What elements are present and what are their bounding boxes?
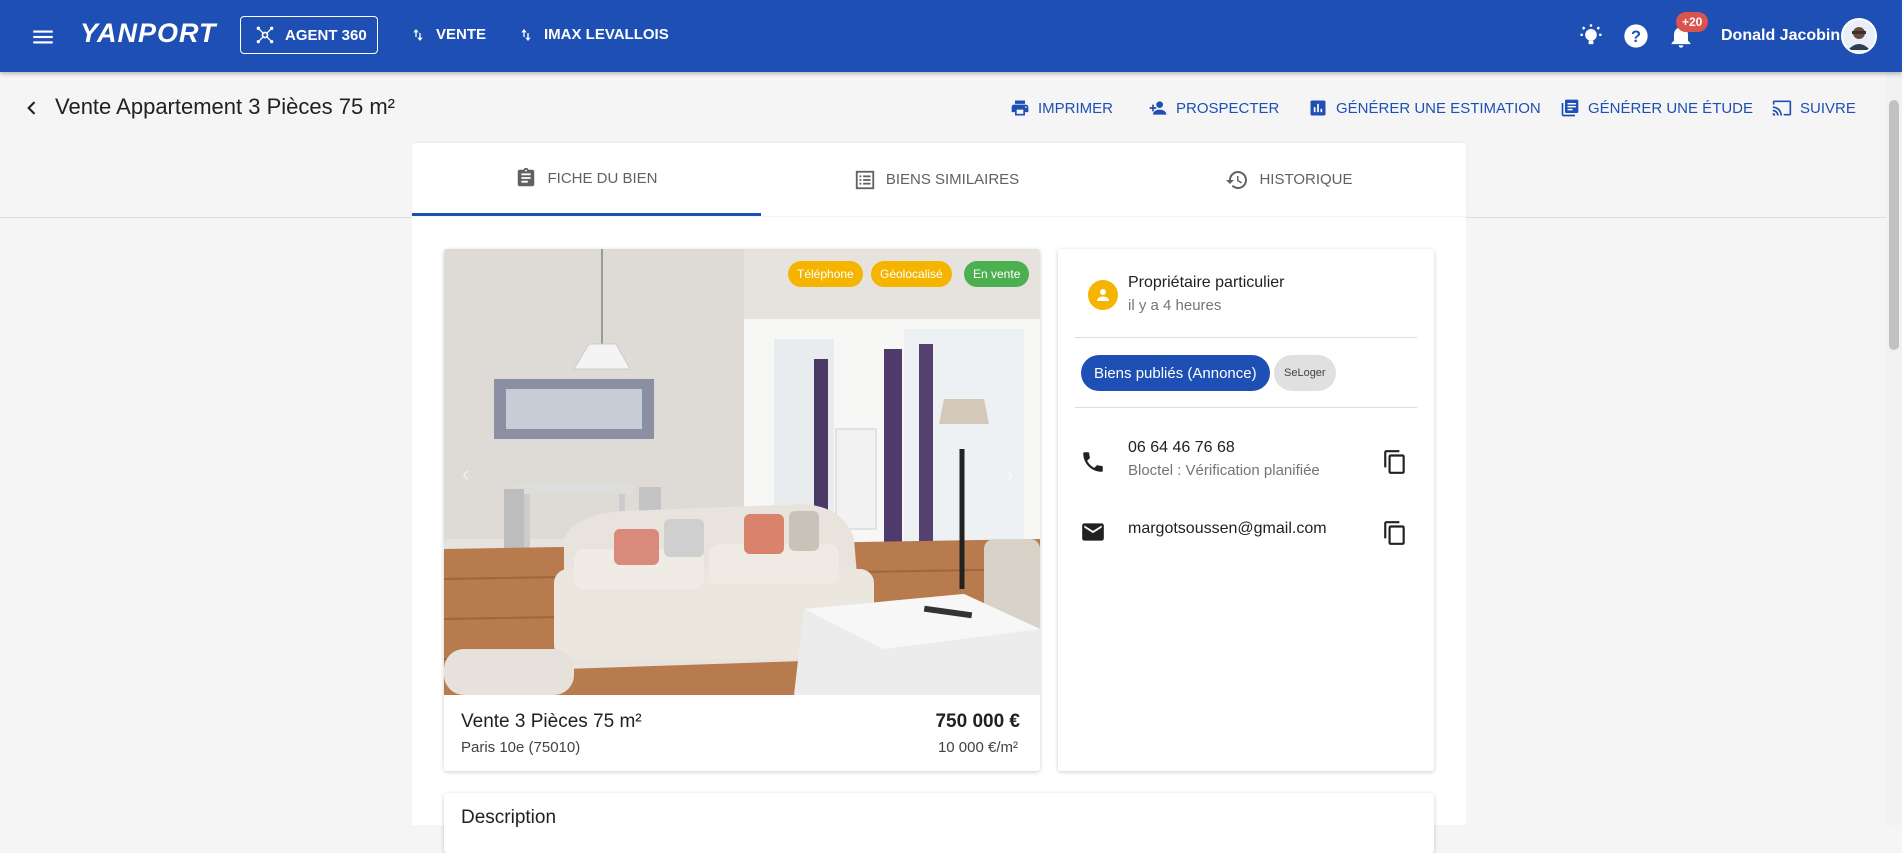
follow-button[interactable]: SUIVRE bbox=[1772, 98, 1856, 118]
print-button[interactable]: IMPRIMER bbox=[1010, 98, 1113, 118]
page-scrollbar[interactable] bbox=[1886, 72, 1902, 825]
bloctel-status: Bloctel : Vérification planifiée bbox=[1128, 462, 1320, 479]
nav-imax-label: IMAX LEVALLOIS bbox=[544, 26, 669, 43]
carousel-prev-icon[interactable]: ‹ bbox=[462, 461, 478, 486]
menu-icon[interactable] bbox=[30, 24, 56, 50]
owner-time: il y a 4 heures bbox=[1128, 297, 1222, 314]
library-books-icon bbox=[1561, 99, 1579, 117]
prospect-button[interactable]: PROSPECTER bbox=[1148, 98, 1279, 118]
listing-location: Paris 10e (75010) bbox=[461, 739, 581, 756]
divider bbox=[1075, 407, 1417, 408]
avatar[interactable] bbox=[1841, 18, 1877, 54]
tab-fiche-label: FICHE DU BIEN bbox=[547, 169, 658, 187]
copy-icon[interactable] bbox=[1382, 518, 1408, 548]
owner-email[interactable]: margotsoussen@gmail.com bbox=[1128, 520, 1327, 538]
back-arrow-icon[interactable] bbox=[22, 98, 42, 118]
tab-fiche-du-bien[interactable]: FICHE DU BIEN bbox=[412, 143, 761, 216]
agent-network-icon bbox=[256, 26, 274, 44]
phone-icon bbox=[1083, 452, 1103, 472]
user-name[interactable]: Donald Jacobin bbox=[1721, 27, 1840, 45]
description-card: Description bbox=[444, 793, 1434, 853]
nav-imax-levallois[interactable]: IMAX LEVALLOIS bbox=[518, 26, 669, 43]
list-icon bbox=[855, 170, 874, 189]
history-icon bbox=[1226, 170, 1248, 189]
nav-vente-label: VENTE bbox=[436, 26, 487, 43]
generate-study-button[interactable]: GÉNÉRER UNE ÉTUDE bbox=[1560, 98, 1753, 118]
page-title: Vente Appartement 3 Pièces 75 m² bbox=[55, 94, 395, 119]
prospect-label: PROSPECTER bbox=[1176, 99, 1280, 117]
email-icon bbox=[1082, 523, 1104, 541]
copy-icon[interactable] bbox=[1382, 447, 1408, 477]
generate-estimation-label: GÉNÉRER UNE ESTIMATION bbox=[1336, 99, 1541, 117]
chip-biens-publies[interactable]: Biens publiés (Annonce) bbox=[1081, 355, 1270, 391]
agent-360-label: AGENT 360 bbox=[285, 26, 367, 44]
tab-similaires-label: BIENS SIMILAIRES bbox=[885, 171, 1020, 188]
listing-title: Vente 3 Pièces 75 m² bbox=[461, 711, 642, 732]
generate-estimation-button[interactable]: GÉNÉRER UNE ESTIMATION bbox=[1308, 98, 1541, 118]
main-content: ‹ › Téléphone Géolocalisé En vente Vente… bbox=[412, 217, 1466, 853]
person-add-icon bbox=[1149, 101, 1167, 115]
tab-historique-label: HISTORIQUE bbox=[1259, 171, 1353, 188]
carousel-next-icon[interactable]: › bbox=[1006, 461, 1022, 486]
help-icon[interactable]: ? bbox=[1622, 22, 1650, 50]
bar-chart-icon bbox=[1310, 100, 1326, 116]
badge-telephone: Téléphone bbox=[788, 261, 863, 287]
print-label: IMPRIMER bbox=[1038, 99, 1113, 117]
divider bbox=[1075, 337, 1417, 338]
clipboard-icon bbox=[518, 167, 535, 187]
living-room-photo bbox=[444, 249, 1040, 695]
tab-historique[interactable]: HISTORIQUE bbox=[1112, 143, 1466, 216]
swap-vert-icon bbox=[521, 28, 531, 41]
tab-biens-similaires[interactable]: BIENS SIMILAIRES bbox=[761, 143, 1112, 216]
user-avatar-icon bbox=[1848, 27, 1870, 50]
cast-icon bbox=[1772, 100, 1792, 116]
owner-phone[interactable]: 06 64 46 76 68 bbox=[1128, 439, 1235, 457]
owner-card: Propriétaire particulier il y a 4 heures… bbox=[1058, 249, 1434, 771]
owner-avatar bbox=[1088, 280, 1118, 310]
chip-seloger[interactable]: SeLoger bbox=[1274, 355, 1336, 391]
follow-label: SUIVRE bbox=[1800, 99, 1856, 117]
svg-text:?: ? bbox=[1631, 28, 1641, 46]
notification-badge: +20 bbox=[1676, 12, 1709, 32]
top-app-bar: YANPORT AGENT 360 VENTE IMAX LEVALLOIS ?… bbox=[0, 0, 1902, 72]
person-icon bbox=[1097, 289, 1109, 301]
agent-360-button[interactable]: AGENT 360 bbox=[240, 16, 378, 54]
listing-card[interactable]: ‹ › Téléphone Géolocalisé En vente Vente… bbox=[444, 249, 1040, 771]
swap-vert-icon bbox=[413, 28, 423, 41]
scrollbar-thumb[interactable] bbox=[1889, 100, 1899, 350]
nav-vente[interactable]: VENTE bbox=[410, 26, 486, 43]
badge-en-vente: En vente bbox=[964, 261, 1030, 287]
listing-price: 750 000 € bbox=[935, 711, 1020, 732]
badge-geolocalise: Géolocalisé bbox=[871, 261, 952, 287]
app-logo[interactable]: YANPORT bbox=[80, 18, 217, 49]
listing-photo[interactable] bbox=[444, 249, 1040, 695]
description-title: Description bbox=[461, 807, 557, 828]
generate-study-label: GÉNÉRER UNE ÉTUDE bbox=[1588, 99, 1754, 117]
tab-bar: FICHE DU BIEN BIENS SIMILAIRES HISTORIQU… bbox=[412, 143, 1466, 216]
owner-type: Propriétaire particulier bbox=[1128, 274, 1285, 291]
listing-price-per-m2: 10 000 €/m² bbox=[937, 739, 1018, 756]
lightbulb-icon[interactable] bbox=[1577, 22, 1605, 50]
print-icon bbox=[1011, 100, 1029, 116]
